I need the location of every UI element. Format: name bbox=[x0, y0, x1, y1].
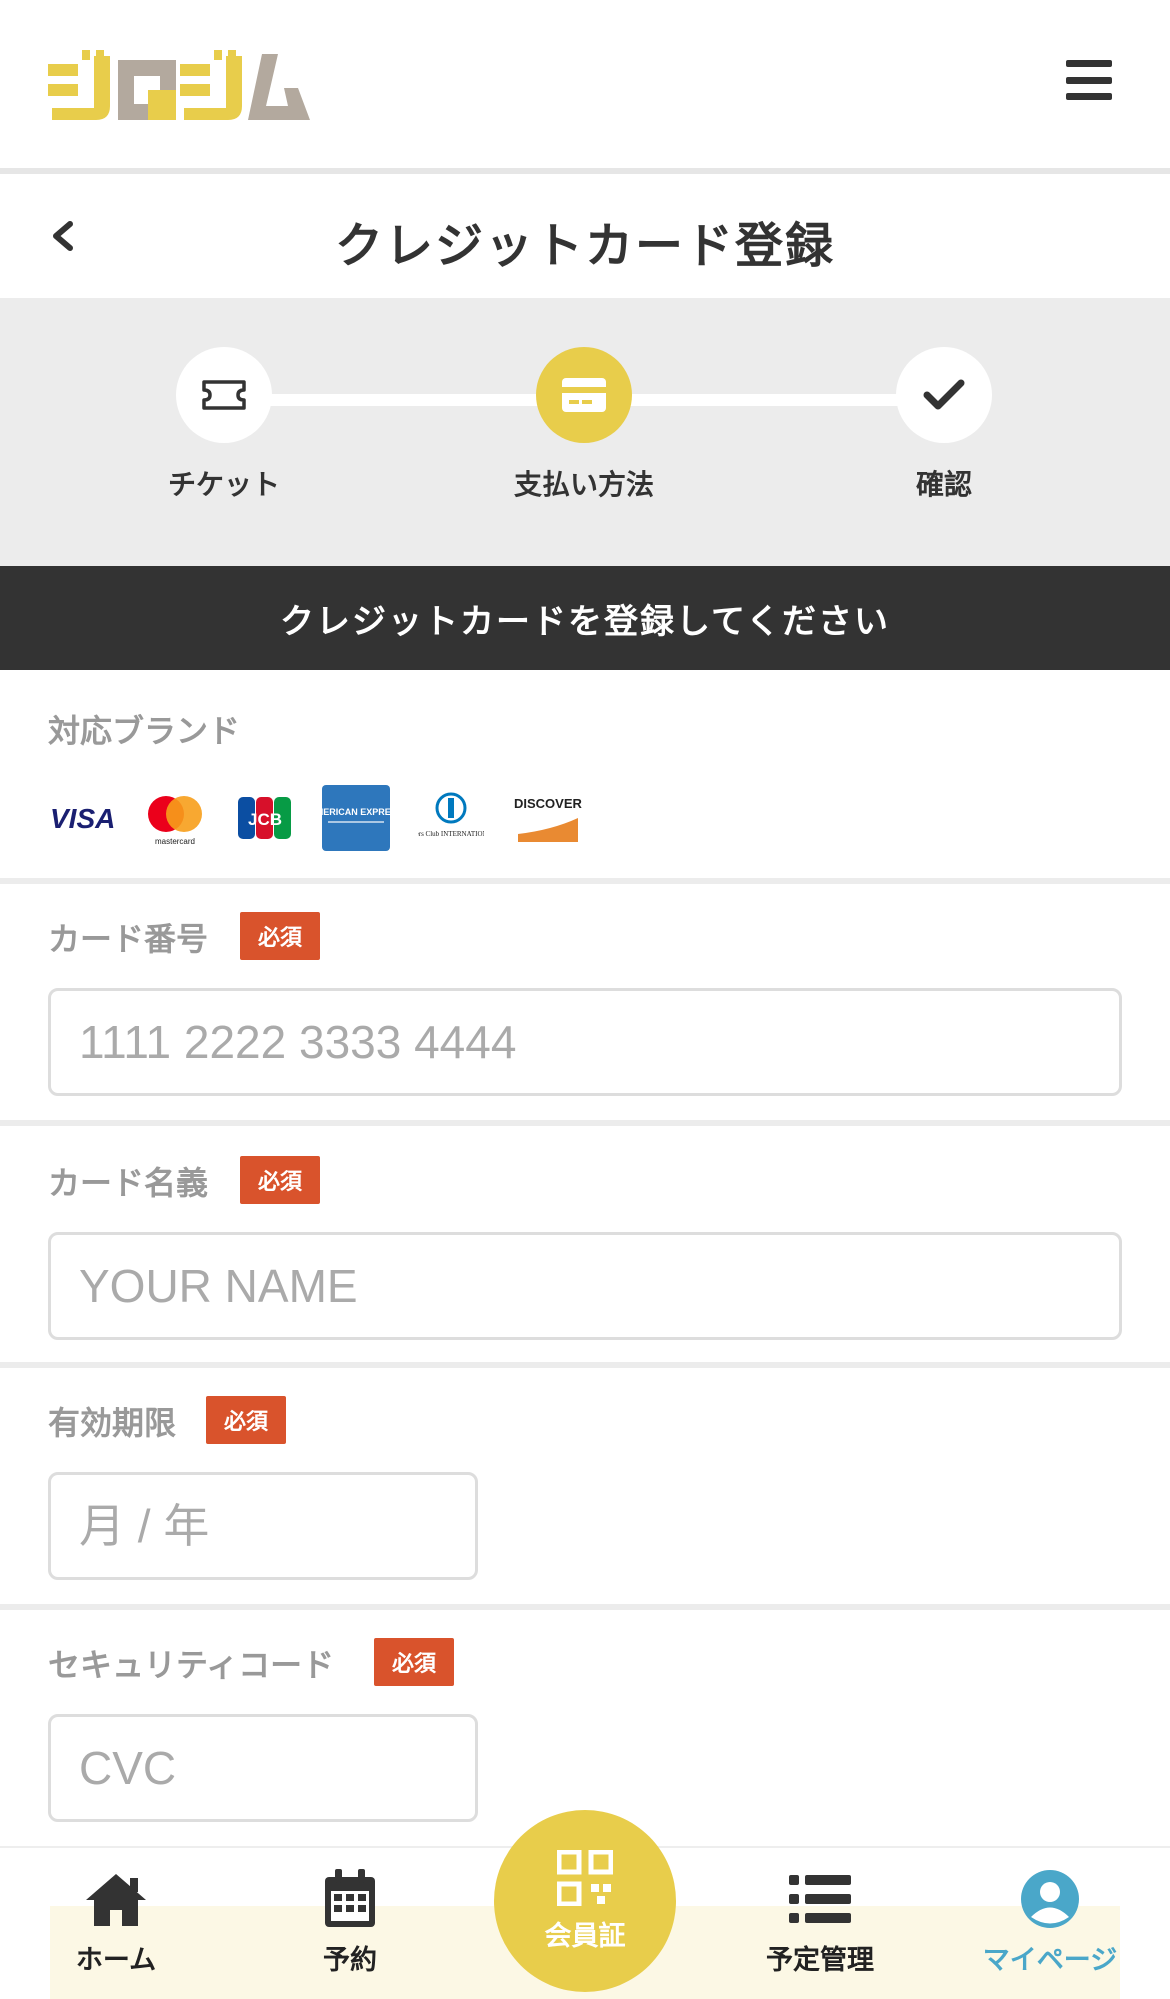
brands-section: 対応ブランド VISA mastercard JCB ERICAN EXPRE … bbox=[0, 670, 1170, 878]
card-name-label: カード名義 bbox=[48, 1164, 209, 1202]
diners-club-logo: Diners Club INTERNATIONAL bbox=[418, 790, 484, 846]
svg-text:JCB: JCB bbox=[248, 810, 282, 829]
qr-code-icon bbox=[557, 1849, 613, 1906]
user-icon bbox=[1021, 1870, 1079, 1928]
svg-text:Diners Club INTERNATIONAL: Diners Club INTERNATIONAL bbox=[418, 830, 484, 838]
credit-card-icon bbox=[562, 378, 606, 412]
brands-label: 対応ブランド bbox=[48, 712, 241, 750]
expiry-label: 有効期限 bbox=[48, 1404, 177, 1442]
card-number-input[interactable] bbox=[48, 988, 1122, 1096]
logo[interactable] bbox=[48, 50, 310, 122]
step-confirm: 確認 bbox=[844, 347, 1044, 503]
cvc-input[interactable] bbox=[48, 1714, 478, 1822]
step-payment-method: 支払い方法 bbox=[484, 347, 684, 503]
home-icon bbox=[86, 1874, 146, 1926]
card-name-section: カード名義 必須 bbox=[0, 1126, 1170, 1362]
step-label: 確認 bbox=[915, 468, 972, 501]
nav-label: 予約 bbox=[323, 1945, 377, 1976]
nav-label: マイページ bbox=[982, 1945, 1118, 1976]
page-title: クレジットカード登録 bbox=[334, 218, 835, 274]
amex-logo: AMERICAN EXPRESS bbox=[322, 785, 390, 851]
svg-text:mastercard: mastercard bbox=[155, 837, 195, 846]
step-label: 支払い方法 bbox=[513, 468, 654, 501]
nav-item-reservation[interactable]: 予約 bbox=[270, 1868, 430, 1977]
required-badge: 必須 bbox=[374, 1638, 455, 1686]
cvc-label: セキュリティコード bbox=[48, 1646, 335, 1684]
required-badge: 必須 bbox=[206, 1396, 287, 1444]
member-card-label: 会員証 bbox=[544, 1920, 626, 1952]
step-ticket: チケット bbox=[124, 347, 324, 503]
step-label: チケット bbox=[167, 468, 280, 501]
brand-logos: VISA mastercard JCB AMERICAN EXPRESS bbox=[48, 782, 612, 854]
list-icon bbox=[789, 1875, 851, 1923]
step-circle-active bbox=[536, 347, 632, 443]
nav-label: 予定管理 bbox=[766, 1945, 874, 1976]
mastercard-logo: mastercard bbox=[142, 790, 208, 846]
required-badge: 必須 bbox=[240, 1156, 321, 1204]
ticket-icon bbox=[202, 380, 246, 410]
calendar-icon bbox=[325, 1869, 375, 1927]
svg-text:VISA: VISA bbox=[50, 803, 114, 834]
instruction-banner: クレジットカードを登録してください bbox=[0, 566, 1170, 670]
discover-logo: DISCOVER bbox=[512, 790, 584, 846]
step-circle bbox=[896, 347, 992, 443]
nav-item-home[interactable]: ホーム bbox=[36, 1868, 196, 1977]
nav-item-mypage[interactable]: マイページ bbox=[970, 1868, 1130, 1977]
visa-logo: VISA bbox=[48, 798, 114, 838]
svg-text:DISCOVER: DISCOVER bbox=[514, 796, 583, 811]
required-badge: 必須 bbox=[240, 912, 321, 960]
card-number-label: カード番号 bbox=[48, 920, 209, 958]
member-card-button[interactable]: 会員証 bbox=[494, 1810, 676, 1992]
app-header bbox=[0, 0, 1170, 168]
expiry-section: 有効期限 必須 bbox=[0, 1368, 1170, 1604]
title-bar: クレジットカード登録 bbox=[0, 174, 1170, 298]
step-circle bbox=[176, 347, 272, 443]
expiry-input[interactable] bbox=[48, 1472, 478, 1580]
nav-label: ホーム bbox=[75, 1945, 157, 1976]
nav-item-schedule[interactable]: 予定管理 bbox=[740, 1868, 900, 1977]
jcb-logo: JCB bbox=[236, 795, 294, 841]
progress-stepper: チケット 支払い方法 確認 bbox=[0, 298, 1170, 566]
card-name-input[interactable] bbox=[48, 1232, 1122, 1340]
svg-text:AMERICAN EXPRESS: AMERICAN EXPRESS bbox=[322, 807, 390, 817]
card-number-section: カード番号 必須 bbox=[0, 884, 1170, 1120]
hamburger-menu-icon[interactable] bbox=[1066, 60, 1112, 100]
checkmark-icon bbox=[923, 379, 965, 410]
